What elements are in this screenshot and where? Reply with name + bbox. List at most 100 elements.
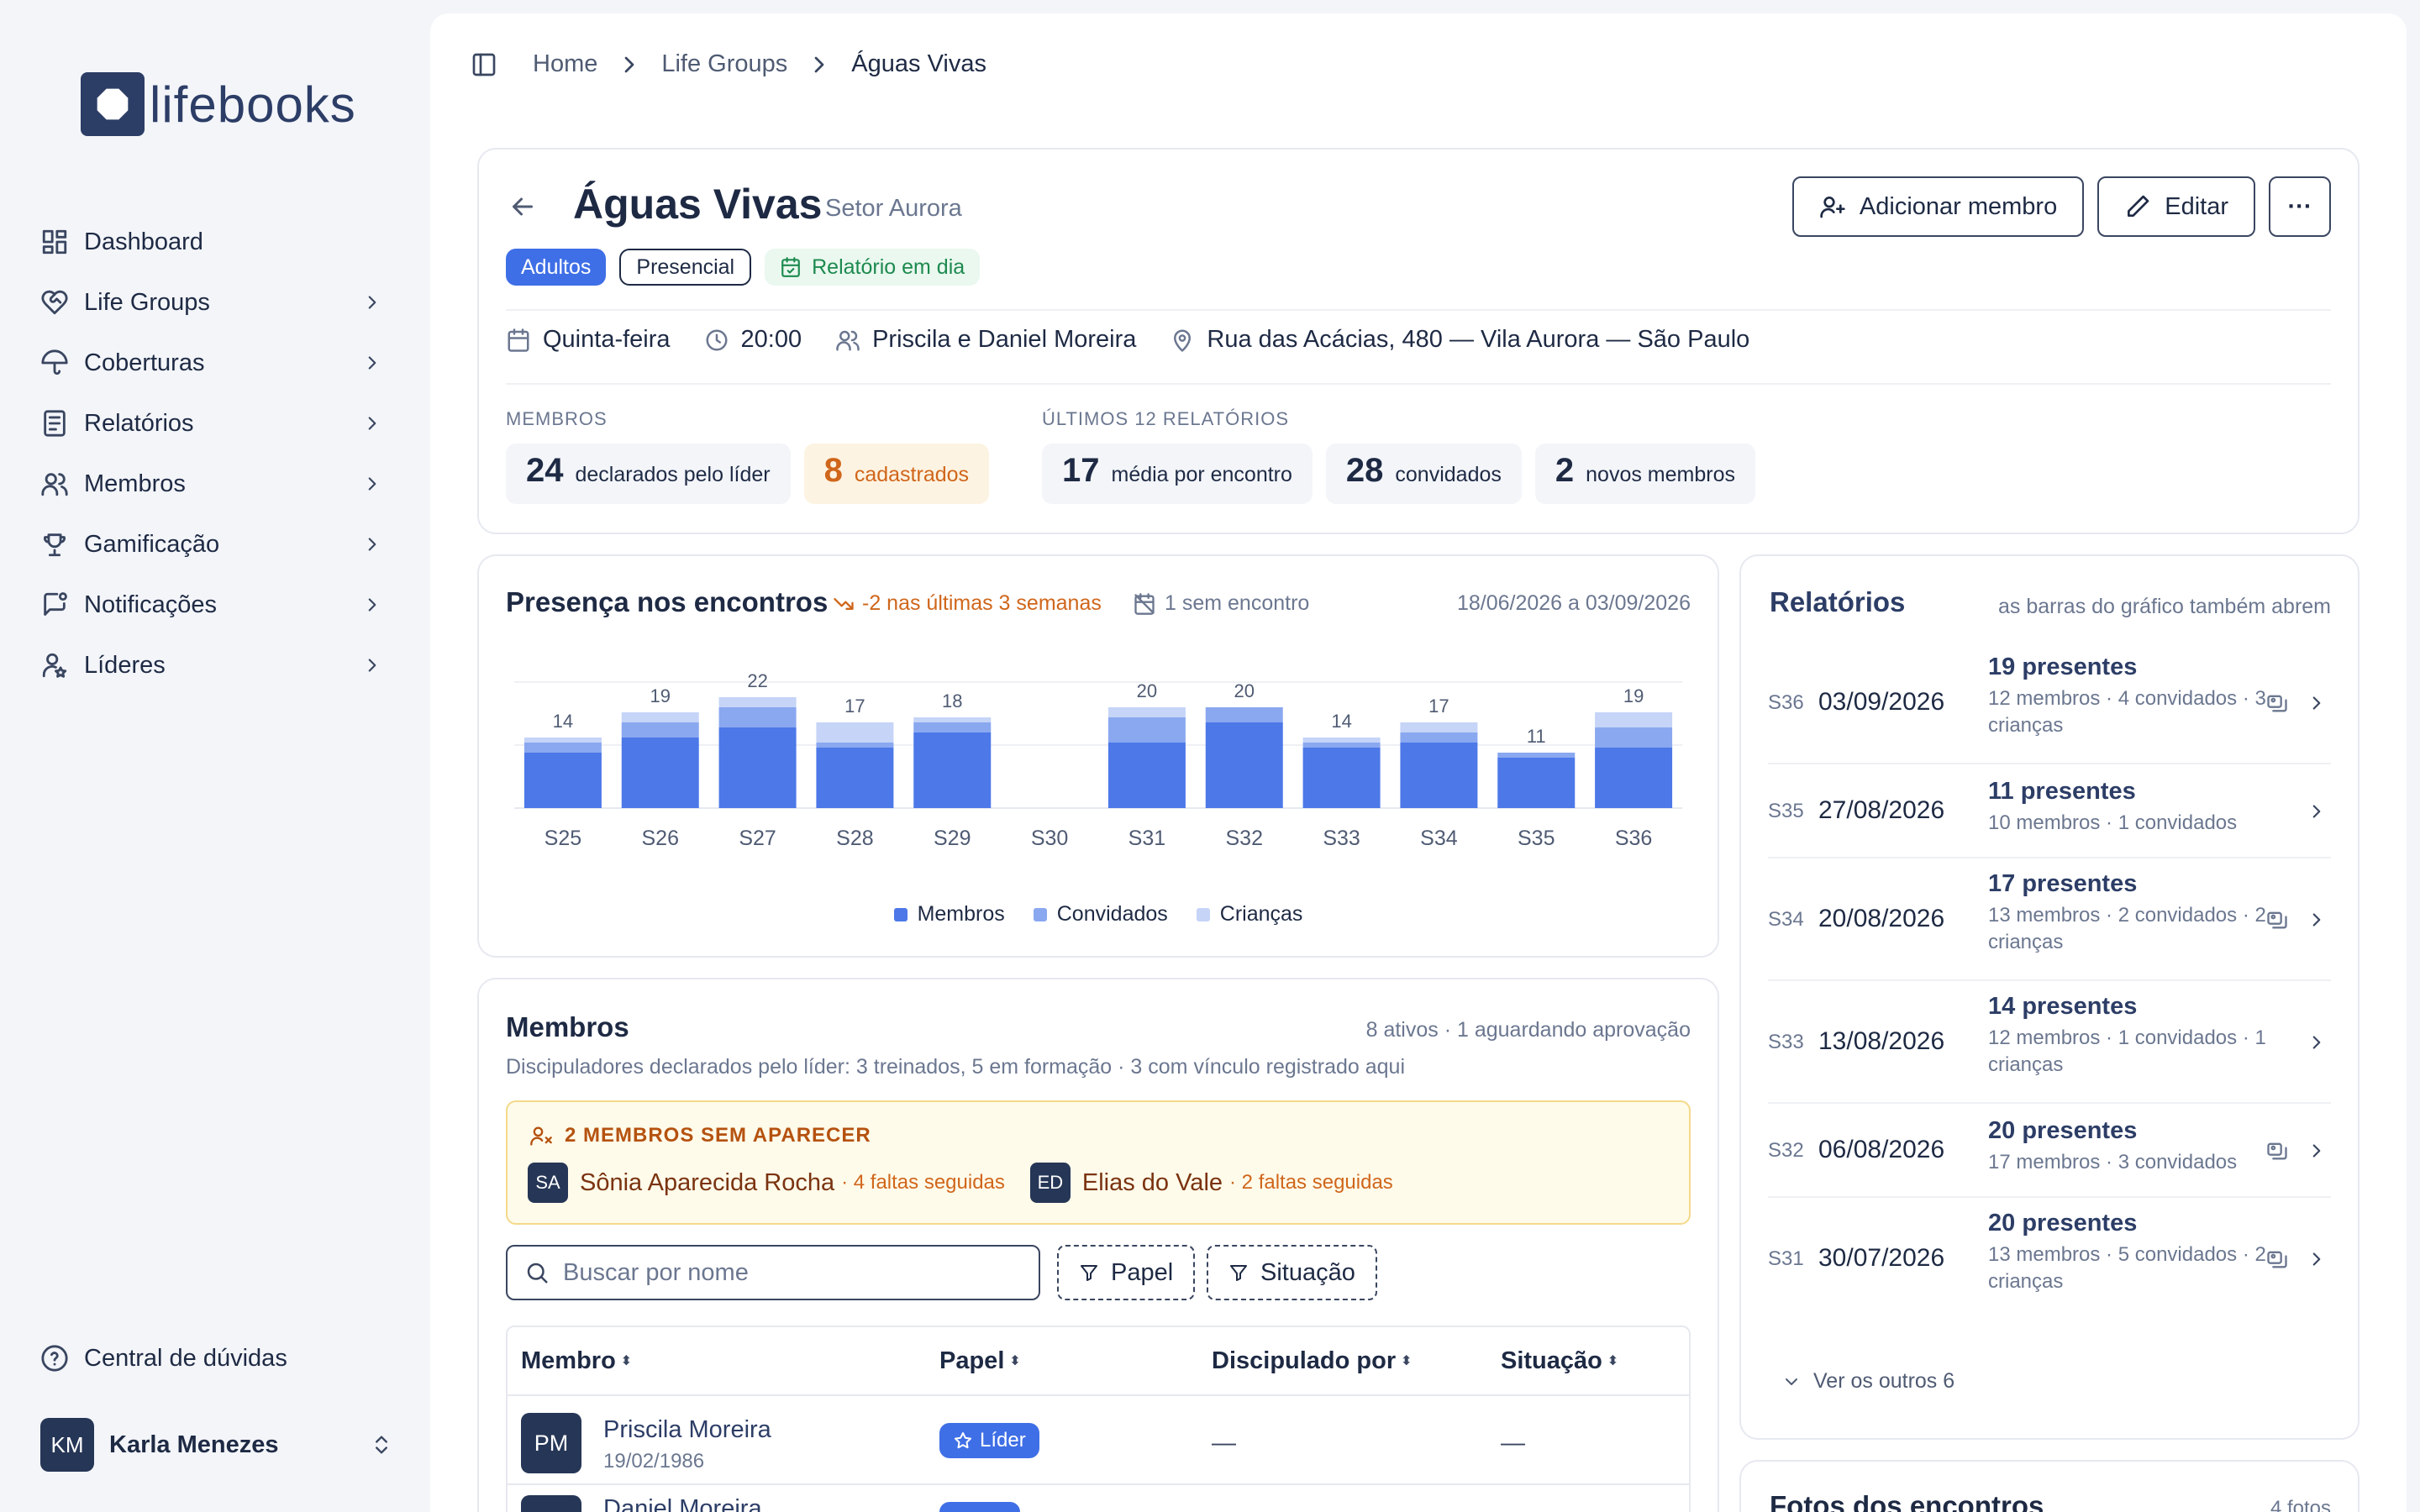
table-row[interactable]: PM Priscila Moreira 19/02/1986 Líder — — [508, 1396, 1689, 1483]
status-value: — [1501, 1430, 1525, 1457]
member-name[interactable]: Priscila Moreira [603, 1416, 771, 1444]
trophy-icon [44, 533, 66, 557]
breadcrumb-life-groups[interactable]: Life Groups [661, 50, 787, 78]
alert-title: 2 MEMBROS SEM APARECER [529, 1124, 871, 1147]
bar-s28-crianças[interactable] [816, 722, 894, 743]
more-options-button[interactable]: ··· [2269, 176, 2331, 237]
bar-s29-crianças[interactable] [913, 717, 992, 722]
sidebar-item-leader[interactable]: Líderes [37, 635, 398, 696]
sidebar-item-heart-handshake[interactable]: Life Groups [37, 272, 398, 333]
group-header-card: Águas Vivas Setor Aurora Adultos Presenc… [477, 148, 2360, 534]
bar-s25-convidados[interactable] [523, 743, 602, 753]
member-name[interactable]: Daniel Moreira [603, 1495, 762, 1512]
column-header-status[interactable]: Situação ⬍ [1501, 1327, 1618, 1394]
bar-s35-convidados[interactable] [1497, 753, 1576, 758]
sidebar-item-umbrella[interactable]: Coberturas [37, 333, 398, 393]
bar-s26-membros[interactable] [621, 738, 699, 808]
bar-s33-membros[interactable] [1302, 748, 1381, 808]
bar-s36-membros[interactable] [1595, 748, 1673, 808]
breadcrumb-home[interactable]: Home [533, 50, 597, 78]
bar-s36-convidados[interactable] [1595, 727, 1673, 748]
sidebar: lifebooks Dashboard Life Groups Coberturas… [0, 0, 430, 1512]
bar-s27-membros[interactable] [718, 727, 797, 808]
sidebar-item-dashboard[interactable]: Dashboard [37, 212, 398, 272]
bar-s35-membros[interactable] [1497, 758, 1576, 808]
report-item[interactable]: S35 27/08/2026 11 presentes 10 membros · 1 … [1768, 764, 2331, 858]
sidebar-item-bell-message[interactable]: Notificações [37, 575, 398, 635]
attendance-bar-chart[interactable]: 14 S25 19 S26 22 S27 17 S28 18 S29 S30 20 S31 20 S32 14… [506, 648, 1691, 900]
bar-s28-membros[interactable] [816, 748, 894, 808]
report-week: S35 [1768, 800, 1804, 822]
bar-s33-crianças[interactable] [1302, 738, 1381, 743]
sidebar-item-users[interactable]: Membros [37, 454, 398, 514]
chevron-right-icon [2312, 696, 2321, 710]
bar-total-label: 20 [1137, 680, 1157, 701]
bar-s29-membros[interactable] [913, 732, 992, 808]
role-label: Líder [980, 1429, 1026, 1452]
bar-s27-convidados[interactable] [718, 707, 797, 727]
members-stats: 24 declarados pelo líder 8 cadastrados [506, 444, 990, 504]
bar-s31-crianças[interactable] [1107, 707, 1186, 717]
chevron-right-icon [368, 598, 376, 612]
sidebar-item-trophy[interactable]: Gamificação [37, 514, 398, 575]
bar-s26-convidados[interactable] [621, 722, 699, 738]
back-arrow-icon[interactable] [508, 192, 538, 222]
users-icon [836, 330, 860, 350]
bar-s34-crianças[interactable] [1400, 722, 1478, 732]
absent-member-name: Elias do Vale [1081, 1168, 1223, 1196]
user-menu[interactable]: KM Karla Menezes [40, 1418, 393, 1472]
members-card: Membros 8 ativos · 1 aguardando aprovaçã… [477, 978, 1719, 1512]
report-week: S32 [1768, 1139, 1804, 1162]
sidebar-item-report[interactable]: Relatórios [37, 393, 398, 454]
role-filter-button[interactable]: Papel [1057, 1245, 1196, 1300]
absent-member-name: Sônia Aparecida Rocha [580, 1168, 835, 1196]
bar-s32-convidados[interactable] [1205, 707, 1283, 722]
add-member-button[interactable]: Adicionar membro [1791, 176, 2085, 237]
bar-s27-crianças[interactable] [718, 697, 797, 707]
clock-icon [706, 329, 728, 350]
report-details: 13 membros · 2 convidados · 2 crianças [1988, 904, 2266, 953]
help-circle-icon [41, 1345, 68, 1372]
bar-s34-membros[interactable] [1400, 743, 1478, 808]
report-item[interactable]: S33 13/08/2026 14 presentes 12 membros · 1 … [1768, 981, 2331, 1104]
bar-s28-convidados[interactable] [816, 743, 894, 748]
edit-button[interactable]: Editar [2097, 176, 2255, 237]
see-more-reports-button[interactable]: Ver os outros 6 [1781, 1369, 1954, 1394]
absent-member[interactable]: ED Elias do Vale · 2 faltas seguidas [1029, 1163, 1393, 1203]
see-more-label: Ver os outros 6 [1813, 1369, 1955, 1393]
column-header-discipler[interactable]: Discipulado por ⬍ [1212, 1327, 1413, 1394]
bar-s33-convidados[interactable] [1302, 743, 1381, 748]
column-header-member[interactable]: Membro ⬍ [521, 1327, 632, 1394]
brand-logo[interactable]: lifebooks [81, 72, 356, 136]
report-item[interactable]: S31 30/07/2026 20 presentes 13 membros · 5 … [1768, 1198, 2331, 1320]
absent-member[interactable]: SA Sônia Aparecida Rocha · 4 faltas segu… [528, 1163, 1005, 1203]
search-input[interactable]: Buscar por nome [506, 1245, 1040, 1300]
bar-s26-crianças[interactable] [621, 712, 699, 722]
bar-s29-convidados[interactable] [913, 722, 992, 732]
report-details: 13 membros · 5 convidados · 2 crianças [1988, 1243, 2266, 1293]
chart-date-range: 18/06/2026 a 03/09/2026 [1456, 591, 1691, 615]
report-item[interactable]: S32 06/08/2026 20 presentes 17 membros · 3 … [1768, 1104, 2331, 1198]
bar-s34-convidados[interactable] [1400, 732, 1478, 743]
reports-stats-label: ÚLTIMOS 12 RELATÓRIOS [1042, 408, 1290, 429]
help-center-link[interactable]: Central de dúvidas [40, 1344, 287, 1373]
bar-total-label: 22 [747, 670, 767, 691]
bar-s31-convidados[interactable] [1107, 717, 1186, 743]
report-item[interactable]: S34 20/08/2026 17 presentes 13 membros · 2 … [1768, 858, 2331, 981]
x-tick-label: S28 [836, 827, 873, 850]
calendar-check-icon [781, 257, 800, 277]
bar-s25-crianças[interactable] [523, 738, 602, 743]
bar-s31-membros[interactable] [1107, 743, 1186, 808]
status-filter-button[interactable]: Situação [1207, 1245, 1377, 1300]
bar-s32-membros[interactable] [1205, 722, 1283, 808]
report-details: 10 membros · 1 convidados [1988, 811, 2238, 834]
report-item[interactable]: S36 03/09/2026 19 presentes 12 membros · 4 … [1768, 642, 2331, 764]
column-header-role[interactable]: Papel ⬍ [939, 1327, 1021, 1394]
bar-s36-crianças[interactable] [1595, 712, 1673, 727]
chevron-right-icon [2312, 1252, 2321, 1266]
sidebar-item-label: Gamificação [84, 530, 220, 558]
meeting-photos-card: Fotos dos encontros 4 fotos [1739, 1460, 2360, 1512]
bar-s25-membros[interactable] [523, 753, 602, 808]
photos-count: 4 fotos [2270, 1497, 2331, 1512]
sidebar-toggle-icon[interactable] [471, 51, 497, 78]
